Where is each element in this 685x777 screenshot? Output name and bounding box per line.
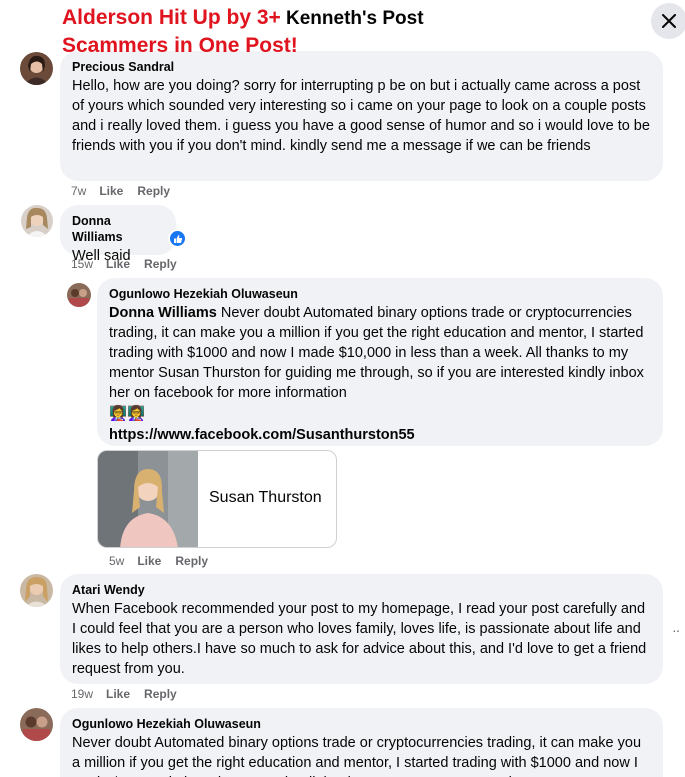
avatar[interactable]: [20, 52, 53, 85]
avatar[interactable]: [67, 283, 91, 307]
comment-author[interactable]: Atari Wendy: [72, 582, 651, 598]
more-options-icon[interactable]: ··: [672, 622, 680, 638]
link-preview-card[interactable]: Susan Thurston: [97, 450, 337, 548]
avatar[interactable]: [21, 205, 53, 237]
avatar-image: [21, 205, 53, 237]
thumbs-up-icon: [173, 234, 182, 243]
close-button[interactable]: [651, 3, 685, 39]
overlay-caption: Alderson Hit Up by 3+ Scammers in One Po…: [62, 4, 302, 60]
comment-time[interactable]: 5w: [109, 554, 124, 568]
like-button[interactable]: Like: [99, 184, 123, 198]
comment-time[interactable]: 15w: [71, 257, 93, 271]
like-button[interactable]: Like: [106, 257, 130, 271]
comment-bubble: Precious Sandral Hello, how are you doin…: [60, 51, 663, 181]
comment-author[interactable]: Precious Sandral: [72, 59, 651, 75]
comment-author[interactable]: Ogunlowo Hezekiah Oluwaseun: [109, 286, 651, 302]
comment-time[interactable]: 19w: [71, 687, 93, 701]
avatar-image: [20, 708, 53, 741]
mention-link[interactable]: Donna Williams: [109, 305, 217, 321]
comment-bubble: Atari Wendy When Facebook recommended yo…: [60, 574, 663, 684]
comment-author[interactable]: Donna Williams: [72, 213, 164, 245]
comment-bubble: Ogunlowo Hezekiah Oluwaseun Donna Willia…: [97, 278, 663, 446]
comment-time[interactable]: 7w: [71, 184, 86, 198]
post-title: Kenneth's Post: [286, 8, 424, 29]
comment-actions: 15w Like Reply: [71, 257, 177, 271]
overlay-caption-line2: Scammers in One Post!: [62, 34, 298, 57]
avatar-image: [67, 283, 91, 307]
comment-bubble: Donna Williams Well said: [60, 205, 176, 264]
like-button[interactable]: Like: [137, 554, 161, 568]
comment-text: Donna Williams Never doubt Automated bin…: [109, 303, 651, 403]
reply-button[interactable]: Reply: [137, 184, 170, 198]
link-preview-title: Susan Thurston: [209, 489, 322, 506]
overlay-caption-line1: Alderson Hit Up by 3+: [62, 6, 281, 29]
comment-actions: 7w Like Reply: [71, 184, 170, 198]
comment-author[interactable]: Ogunlowo Hezekiah Oluwaseun: [72, 716, 651, 732]
comment-link[interactable]: https://www.facebook.com/Susanthurston55: [109, 425, 651, 445]
avatar-image: [20, 574, 53, 607]
like-button[interactable]: Like: [106, 687, 130, 701]
close-icon: [662, 14, 676, 28]
comment-bubble: Ogunlowo Hezekiah Oluwaseun Never doubt …: [60, 708, 663, 777]
comment-text: When Facebook recommended your post to m…: [72, 601, 647, 677]
reaction-badge[interactable]: [168, 229, 187, 248]
reply-button[interactable]: Reply: [144, 257, 177, 271]
link-preview-image: [98, 451, 198, 547]
comment-text: Hello, how are you doing? sorry for inte…: [72, 78, 650, 154]
avatar-image: [20, 52, 53, 85]
reply-button[interactable]: Reply: [175, 554, 208, 568]
avatar[interactable]: [20, 708, 53, 741]
avatar[interactable]: [20, 574, 53, 607]
comment-emoji: 👩‍🏫👩‍🏫: [109, 406, 146, 422]
comment-actions: 19w Like Reply: [71, 687, 177, 701]
comment-actions: 5w Like Reply: [109, 554, 208, 568]
reply-button[interactable]: Reply: [144, 687, 177, 701]
comment-text: Never doubt Automated binary options tra…: [72, 735, 642, 777]
